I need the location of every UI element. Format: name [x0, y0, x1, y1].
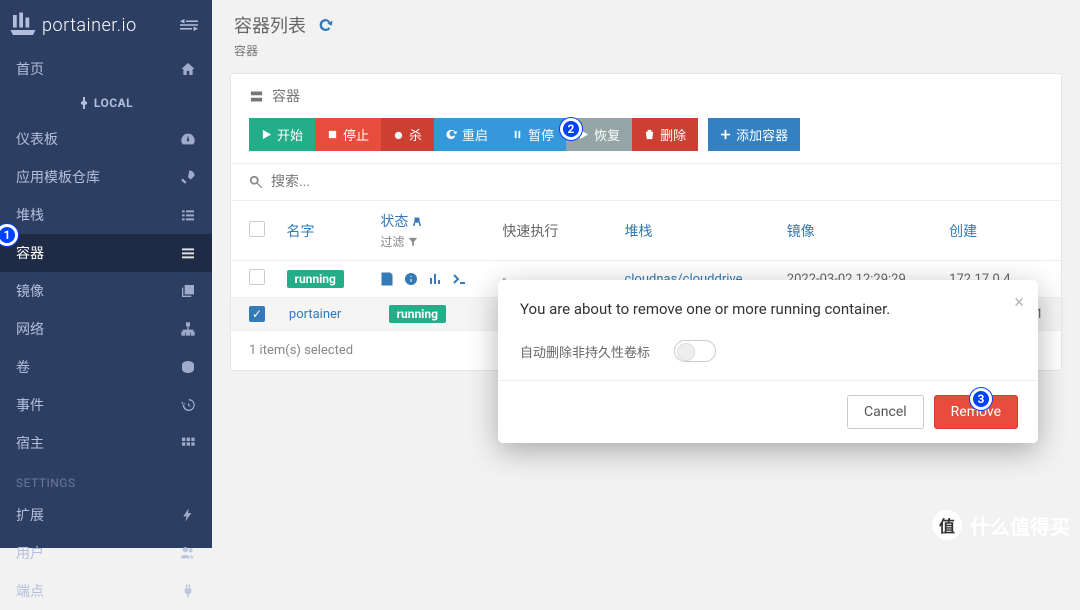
- annotation-3: 3: [970, 388, 992, 410]
- watermark: 值 什么值得买: [932, 510, 1070, 540]
- modal-title: You are about to remove one or more runn…: [520, 300, 1016, 318]
- close-icon[interactable]: ×: [1014, 292, 1024, 313]
- remove-confirm-modal: × You are about to remove one or more ru…: [498, 280, 1038, 443]
- annotation-2: 2: [560, 118, 582, 140]
- auto-remove-label: 自动删除非持久性卷标: [520, 342, 650, 361]
- auto-remove-toggle[interactable]: [674, 340, 716, 362]
- nav-endpoints[interactable]: 端点: [0, 572, 212, 610]
- watermark-badge: 值: [932, 510, 962, 540]
- plug-icon: [180, 583, 196, 599]
- modal-backdrop: [0, 0, 1080, 548]
- cancel-button[interactable]: Cancel: [847, 395, 924, 429]
